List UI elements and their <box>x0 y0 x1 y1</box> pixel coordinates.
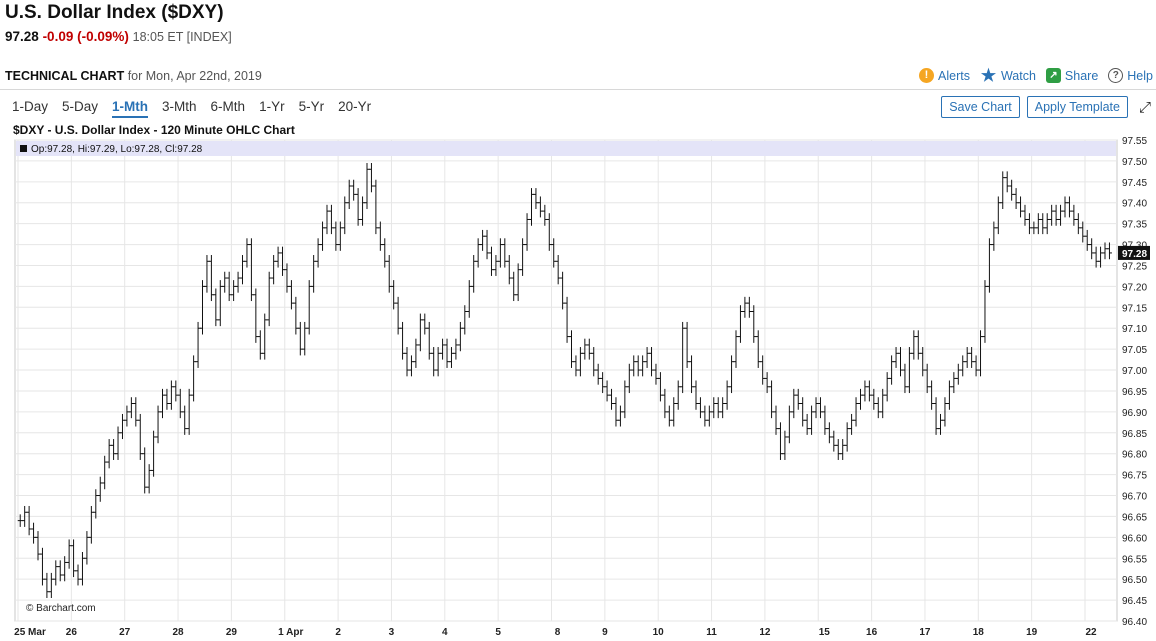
x-tick-label: 9 <box>602 627 608 637</box>
range-5-yr[interactable]: 5-Yr <box>299 99 325 118</box>
x-tick-label: 5 <box>495 627 501 637</box>
last-price-label: 97.28 <box>1122 249 1147 260</box>
y-tick-label: 96.50 <box>1122 575 1147 586</box>
technical-chart-label: TECHNICAL CHART <box>5 69 125 83</box>
chart-title: $DXY - U.S. Dollar Index - 120 Minute OH… <box>13 123 295 137</box>
x-tick-label: 12 <box>759 627 771 637</box>
x-tick-label: 19 <box>1026 627 1038 637</box>
y-tick-label: 97.55 <box>1122 137 1147 147</box>
x-tick-label: 28 <box>172 627 184 637</box>
quote-line: 97.28 -0.09 (-0.09%) 18:05 ET [INDEX] <box>5 29 232 44</box>
range-tabs: 1-Day 5-Day 1-Mth 3-Mth 6-Mth 1-Yr 5-Yr … <box>12 99 371 118</box>
page-title: U.S. Dollar Index ($DXY) <box>5 2 224 23</box>
range-3-mth[interactable]: 3-Mth <box>162 99 197 118</box>
x-tick-label: 25 Mar <box>14 627 46 637</box>
legend-square <box>20 145 27 152</box>
x-tick-label: 4 <box>442 627 448 637</box>
y-tick-label: 96.85 <box>1122 429 1147 440</box>
y-tick-label: 96.95 <box>1122 387 1147 398</box>
x-tick-label: 3 <box>389 627 395 637</box>
quote-header: U.S. Dollar Index ($DXY) 97.28 -0.09 (-0… <box>5 2 232 44</box>
x-tick-label: 8 <box>555 627 561 637</box>
range-1-day[interactable]: 1-Day <box>12 99 48 118</box>
chart-date: for Mon, Apr 22nd, 2019 <box>127 69 262 83</box>
ohlc-chart: Op:97.28, Hi:97.29, Lo:97.28, Cl:97.28 9… <box>14 137 1150 637</box>
x-axis: 25 Mar 26 27 28 29 1 Apr 2 3 4 5 8 9 10 11 12 15 16 17 18 1… <box>14 627 1097 637</box>
watermark: © Barchart.com <box>26 603 96 614</box>
alerts-label: Alerts <box>938 68 970 83</box>
price-change: -0.09 (-0.09%) <box>42 29 129 44</box>
x-tick-label: 2 <box>335 627 341 637</box>
y-tick-label: 96.45 <box>1122 596 1147 607</box>
technical-chart-heading: TECHNICAL CHART for Mon, Apr 22nd, 2019 <box>5 69 262 83</box>
apply-template-button[interactable]: Apply Template <box>1026 96 1128 118</box>
x-tick-label: 11 <box>706 627 717 637</box>
y-tick-label: 96.55 <box>1122 554 1147 565</box>
chart-actions: ! Alerts ★ Watch ↗ Share ? Help <box>919 66 1153 85</box>
x-tick-label: 17 <box>919 627 931 637</box>
chart-buttons: Save Chart Apply Template ⤢ <box>941 96 1151 118</box>
x-tick-label: 22 <box>1085 627 1097 637</box>
y-tick-label: 97.00 <box>1122 366 1147 377</box>
last-price: 97.28 <box>5 29 39 44</box>
y-tick-label: 96.75 <box>1122 471 1147 482</box>
x-tick-label: 1 Apr <box>278 627 303 637</box>
range-1-yr[interactable]: 1-Yr <box>259 99 285 118</box>
y-tick-label: 97.15 <box>1122 303 1147 314</box>
x-tick-label: 26 <box>66 627 78 637</box>
x-tick-label: 18 <box>973 627 985 637</box>
y-tick-label: 97.50 <box>1122 157 1147 168</box>
range-6-mth[interactable]: 6-Mth <box>211 99 246 118</box>
help-icon: ? <box>1108 68 1124 83</box>
y-tick-label: 96.90 <box>1122 408 1147 419</box>
y-tick-label: 97.35 <box>1122 220 1147 231</box>
y-tick-label: 97.40 <box>1122 199 1147 210</box>
share-link[interactable]: ↗ Share <box>1045 68 1099 83</box>
x-tick-label: 29 <box>226 627 238 637</box>
y-tick-label: 97.05 <box>1122 345 1147 356</box>
x-tick-label: 15 <box>819 627 831 637</box>
y-tick-label: 96.60 <box>1122 533 1147 544</box>
x-tick-label: 27 <box>119 627 131 637</box>
y-tick-label: 96.65 <box>1122 512 1147 523</box>
quote-time: 18:05 ET [INDEX] <box>132 30 232 44</box>
y-tick-label: 97.45 <box>1122 178 1147 189</box>
y-axis: 97.5597.5097.4597.4097.3597.3097.2597.20… <box>1122 137 1147 628</box>
help-label: Help <box>1127 68 1153 83</box>
divider <box>0 89 1156 90</box>
help-link[interactable]: ? Help <box>1108 68 1153 83</box>
y-tick-label: 97.25 <box>1122 261 1147 272</box>
y-tick-label: 96.70 <box>1122 492 1147 503</box>
x-tick-label: 10 <box>653 627 665 637</box>
watch-link[interactable]: ★ Watch <box>980 66 1036 85</box>
y-tick-label: 97.20 <box>1122 282 1147 293</box>
alerts-link[interactable]: ! Alerts <box>919 68 970 83</box>
expand-icon[interactable]: ⤢ <box>1139 99 1151 116</box>
ohlc-legend: Op:97.28, Hi:97.29, Lo:97.28, Cl:97.28 <box>31 144 203 155</box>
plot-area <box>14 139 1118 622</box>
share-label: Share <box>1064 68 1099 83</box>
x-tick-label: 16 <box>866 627 878 637</box>
star-icon: ★ <box>980 66 997 85</box>
save-chart-button[interactable]: Save Chart <box>941 96 1020 118</box>
share-icon: ↗ <box>1045 68 1061 83</box>
alert-icon: ! <box>919 68 934 83</box>
watch-label: Watch <box>1000 68 1036 83</box>
y-tick-label: 96.40 <box>1122 617 1147 628</box>
range-1-mth[interactable]: 1-Mth <box>112 99 149 118</box>
range-20-yr[interactable]: 20-Yr <box>338 99 371 118</box>
range-5-day[interactable]: 5-Day <box>62 99 98 118</box>
y-tick-label: 96.80 <box>1122 450 1147 461</box>
y-tick-label: 97.10 <box>1122 324 1147 335</box>
